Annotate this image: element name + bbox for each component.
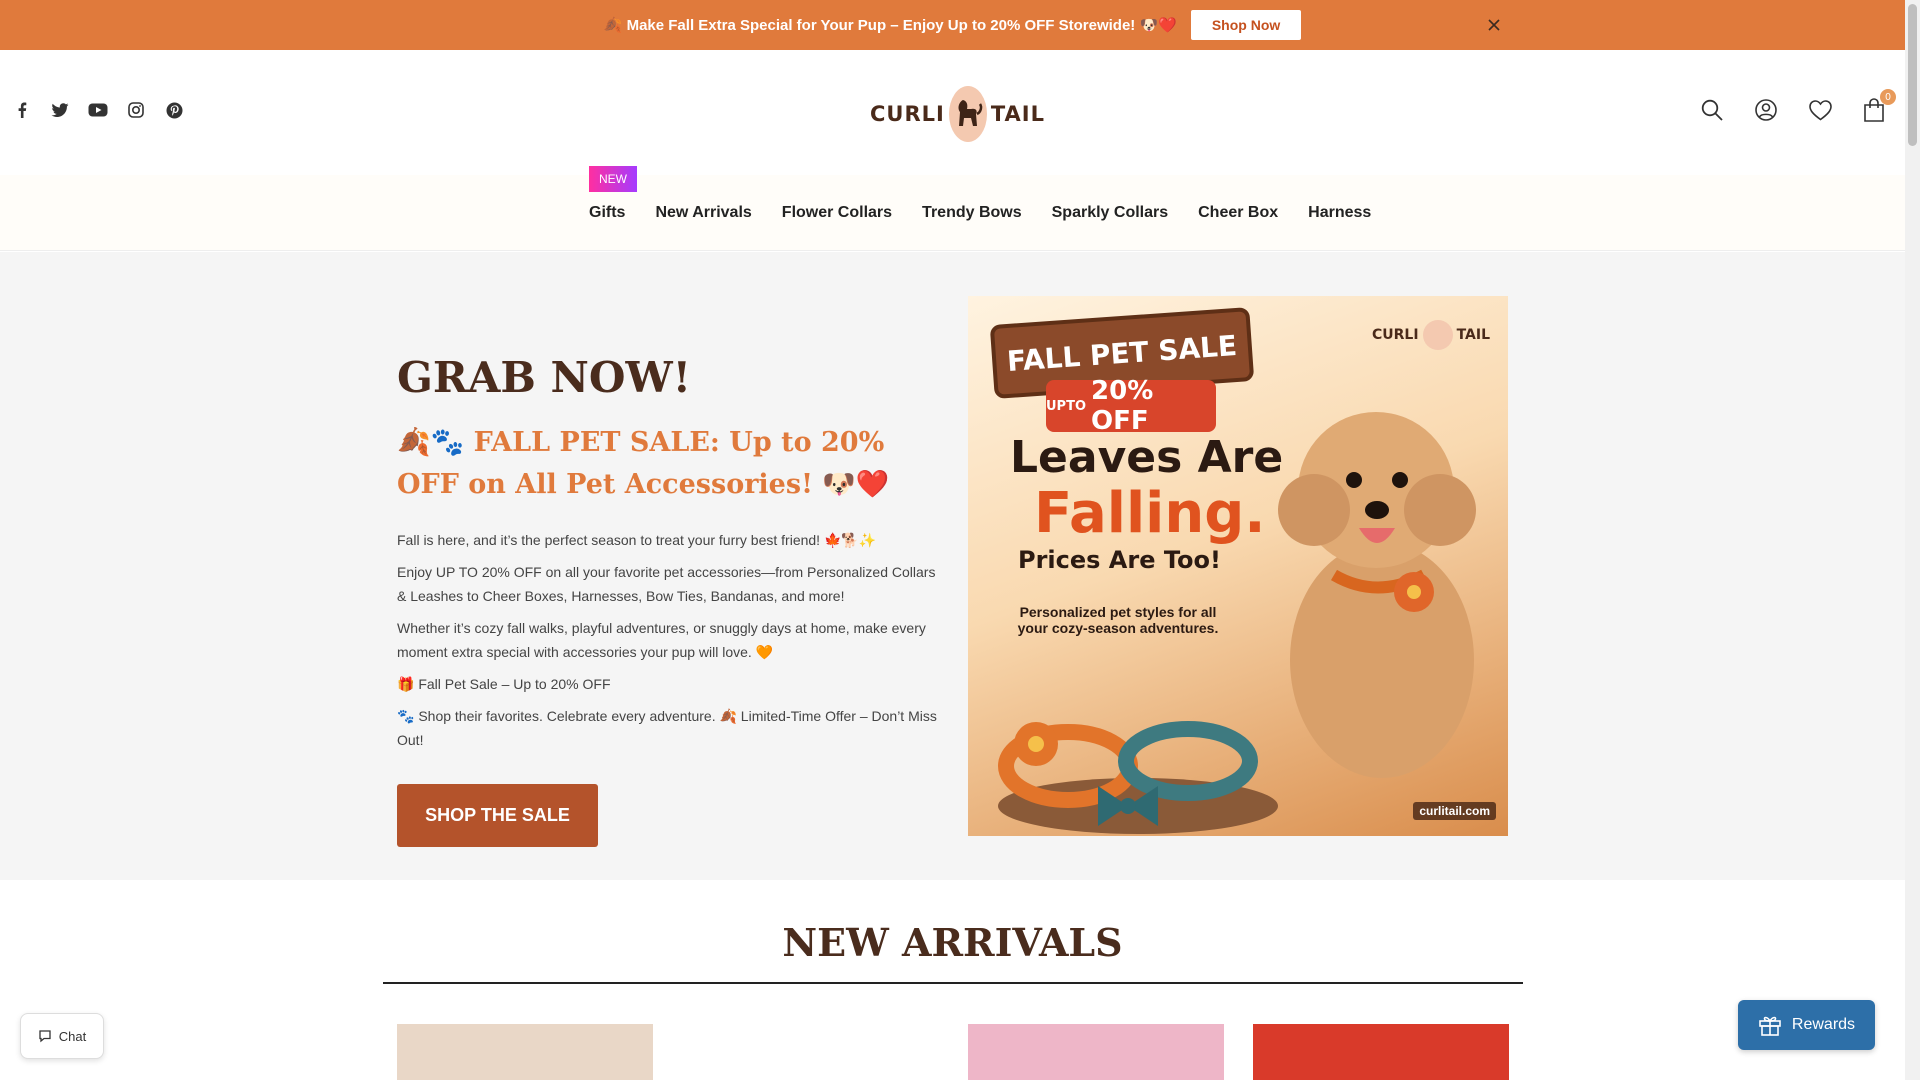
hero-paragraph: Enjoy UP TO 20% OFF on all your favorite… — [397, 564, 936, 604]
nav-list: Gifts New Arrivals Flower Collars Trendy… — [589, 204, 1371, 222]
promo-headline-2: Falling. — [1034, 481, 1266, 546]
dog-logo-icon — [948, 86, 987, 142]
youtube-icon[interactable] — [88, 100, 108, 120]
nav-item-new-arrivals[interactable]: New Arrivals — [655, 204, 751, 222]
product-card[interactable] — [1253, 1024, 1509, 1080]
hero-subtitle: 🍂🐾 FALL PET SALE: Up to 20% OFF on All P… — [397, 427, 890, 500]
nav-item-harness[interactable]: Harness — [1308, 204, 1371, 222]
dog-logo-icon — [1422, 320, 1453, 350]
site-logo[interactable]: CURLI TAIL — [870, 84, 1045, 144]
new-arrivals-title: NEW ARRIVALS — [782, 920, 1123, 965]
rewards-label: Rewards — [1791, 1016, 1856, 1033]
new-badge: NEW — [589, 166, 637, 192]
hero-paragraph: 🐾 Shop their favorites. Celebrate every … — [397, 708, 937, 748]
pinterest-icon[interactable] — [164, 100, 184, 120]
main-nav: Gifts New Arrivals Flower Collars Trendy… — [0, 175, 1905, 251]
twitter-icon[interactable] — [50, 100, 70, 120]
hero-paragraph: Whether it’s cozy fall walks, playful ad… — [397, 620, 926, 660]
promo-discount-badge: UPTO 20% OFF — [1046, 376, 1216, 436]
nav-item-gifts[interactable]: Gifts — [589, 204, 625, 222]
shop-now-button[interactable]: Shop Now — [1190, 10, 1302, 40]
search-icon[interactable] — [1700, 97, 1724, 123]
hero-title: GRAB NOW! — [397, 353, 692, 402]
nav-item-sparkly-collars[interactable]: Sparkly Collars — [1052, 204, 1169, 222]
announcement-text: 🍂 Make Fall Extra Special for Your Pup –… — [603, 17, 1177, 34]
facebook-icon[interactable] — [12, 100, 32, 120]
chat-bubble-icon — [39, 1030, 51, 1043]
hero-section: GRAB NOW! 🍂🐾 FALL PET SALE: Up to 20% OF… — [0, 252, 1905, 880]
product-card[interactable] — [682, 1024, 938, 1080]
fall-sale-promo-image[interactable]: FALL PET SALE UPTO 20% OFF CURLI TAIL Le… — [968, 296, 1508, 836]
collars-illustration — [998, 721, 1278, 834]
cart-icon[interactable]: 0 — [1862, 89, 1896, 123]
rewards-button[interactable]: Rewards — [1738, 1000, 1875, 1050]
instagram-icon[interactable] — [126, 100, 146, 120]
scrollbar-thumb[interactable] — [1908, 4, 1917, 146]
wishlist-heart-icon[interactable] — [1808, 97, 1832, 123]
nav-item-trendy-bows[interactable]: Trendy Bows — [922, 204, 1022, 222]
announcement-bar: 🍂 Make Fall Extra Special for Your Pup –… — [0, 0, 1905, 50]
hero-paragraph: 🎁 Fall Pet Sale – Up to 20% OFF — [397, 676, 611, 692]
promo-tagline: Personalized pet styles for all your coz… — [1017, 604, 1219, 636]
product-card[interactable] — [968, 1024, 1224, 1080]
hero-description: Fall is here, and it’s the perfect seaso… — [397, 528, 942, 760]
cart-count-badge: 0 — [1880, 89, 1896, 105]
chat-button[interactable]: Chat — [20, 1013, 104, 1059]
nav-item-flower-collars[interactable]: Flower Collars — [782, 204, 892, 222]
chat-label: Chat — [58, 1028, 87, 1044]
promo-logo-left: CURLI — [1372, 327, 1419, 343]
promo-badge-value: 20% OFF — [1091, 376, 1154, 436]
account-icon[interactable] — [1754, 97, 1778, 123]
promo-headline-3: Prices Are Too! — [1018, 546, 1221, 574]
hero-paragraph: Fall is here, and it’s the perfect seaso… — [397, 532, 877, 548]
promo-url: curlitail.com — [1413, 802, 1496, 820]
page-scrollbar[interactable] — [1905, 0, 1920, 1080]
gift-icon — [1759, 1016, 1781, 1036]
logo-text-right: TAIL — [990, 102, 1045, 126]
product-card[interactable] — [397, 1024, 653, 1080]
promo-logo: CURLI TAIL — [1372, 320, 1490, 350]
close-icon[interactable] — [1483, 14, 1505, 36]
promo-badge-prefix: UPTO — [1046, 398, 1087, 414]
section-divider — [383, 982, 1523, 984]
promo-logo-right: TAIL — [1456, 327, 1490, 343]
logo-text-left: CURLI — [870, 102, 945, 126]
header-actions: 0 — [1700, 89, 1896, 123]
nav-item-cheer-box[interactable]: Cheer Box — [1198, 204, 1278, 222]
social-links — [12, 100, 184, 120]
shop-the-sale-button[interactable]: SHOP THE SALE — [397, 784, 598, 847]
promo-headline-1: Leaves Are — [1010, 432, 1284, 483]
poodle-illustration — [1278, 412, 1476, 778]
